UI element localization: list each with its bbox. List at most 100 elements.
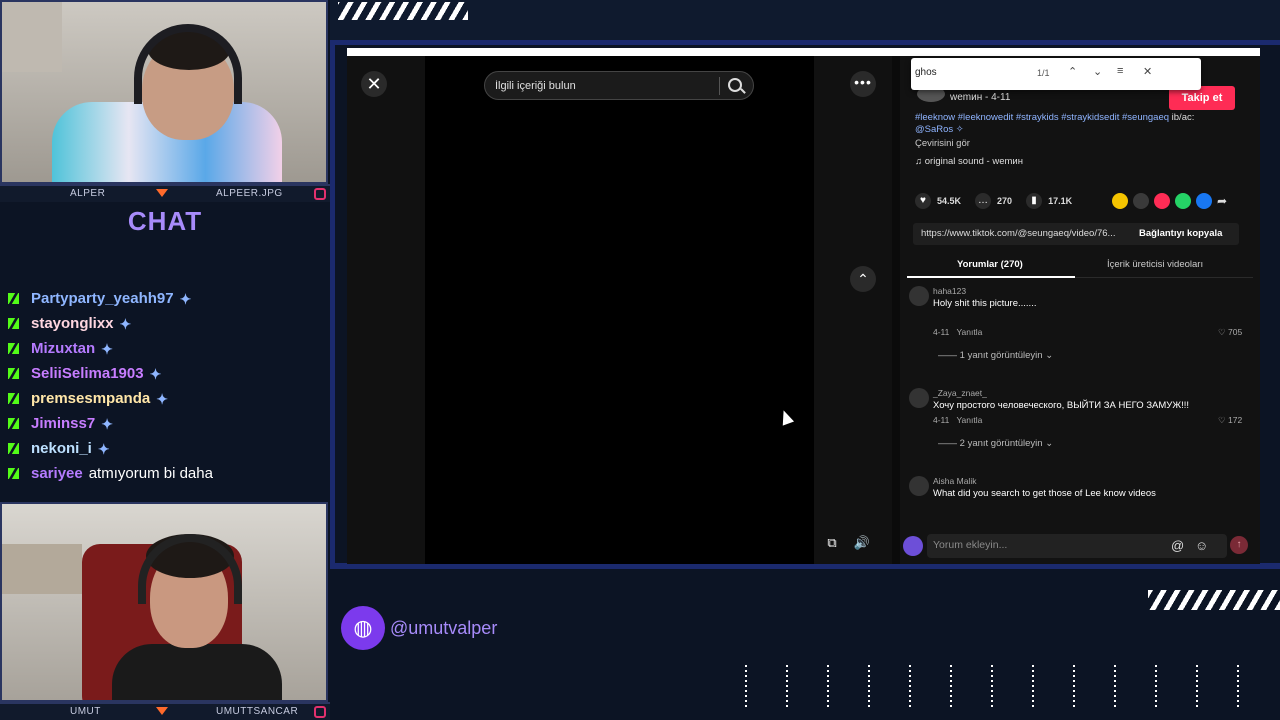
comment-username[interactable]: _Zaya_znaet_ — [933, 388, 987, 398]
commenter-avatar[interactable] — [909, 286, 929, 306]
globe-icon: ◍ — [341, 606, 385, 650]
close-icon[interactable]: ✕ — [361, 71, 387, 97]
copy-link-button[interactable]: Bağlantıyı kopyala — [1139, 228, 1222, 239]
facebook-icon[interactable] — [1196, 193, 1212, 209]
volume-icon[interactable]: 🔊 — [851, 532, 873, 554]
comment-text: What did you search to get those of Lee … — [933, 488, 1156, 499]
credit-text: ib/ac: — [1171, 112, 1195, 123]
video-details-panel: wemин - 4-11 Takip et #leeknow #leeknowe… — [900, 56, 1260, 564]
share-arrow-icon[interactable]: ➦ — [1217, 193, 1227, 209]
sound-name[interactable]: original sound - wemин — [925, 156, 1023, 167]
comment-icon[interactable]: … — [975, 193, 992, 209]
chat-username[interactable]: Jiminss7 — [31, 415, 95, 432]
badge-icon: ✦ — [101, 340, 113, 357]
video-description: #leeknow #leeknowedit #straykids #strayk… — [915, 112, 1235, 136]
related-search-input[interactable] — [495, 77, 715, 95]
comment-like-count: 705 — [1227, 327, 1243, 337]
visualizer-bar — [1114, 665, 1116, 707]
comment-date: 4-11 — [933, 327, 950, 337]
chat-username[interactable]: nekoni_i — [31, 440, 92, 457]
chevron-up-icon[interactable]: ⌃ — [850, 266, 876, 292]
chat-username[interactable]: premsesmpanda — [31, 390, 150, 407]
kick-icon — [8, 293, 19, 304]
comment-username[interactable]: Aisha Malik — [933, 476, 976, 486]
badge-icon: ✦ — [156, 390, 168, 407]
kick-icon — [8, 318, 19, 329]
emoji-icon[interactable]: ☺ — [1195, 538, 1208, 553]
embed-icon[interactable] — [1133, 193, 1149, 209]
see-translation-link[interactable]: Çevirisini gör — [915, 138, 970, 149]
hashtags[interactable]: #leeknow #leeknowedit #straykids #strayk… — [915, 112, 1169, 123]
chat-panel: CHAT Partyparty_yeahh97 ✦ stayonglixx ✦ Mizu… — [0, 202, 330, 500]
related-search-box[interactable] — [484, 71, 754, 100]
view-replies-button[interactable]: —— 1 yanıt görüntüleyin ⌄ — [938, 350, 1053, 361]
send-arrow-icon[interactable]: ↑ — [1230, 536, 1248, 554]
chat-list: Partyparty_yeahh97 ✦ stayonglixx ✦ Mizuxtan ✦… — [8, 286, 213, 486]
chat-username[interactable]: Mizuxtan — [31, 340, 95, 357]
stream-overlay: ALPER ALPEER.JPG CHAT Partyparty_yeahh97… — [0, 0, 1280, 720]
whatsapp-icon[interactable] — [1175, 193, 1191, 209]
comment-box[interactable]: @ ☺ — [927, 534, 1227, 558]
chat-message: Partyparty_yeahh97 ✦ — [8, 286, 213, 311]
comment-likes[interactable]: ♡ 172 — [1218, 415, 1242, 426]
triangle-marker-icon — [156, 707, 168, 715]
friends-share-icon[interactable] — [1112, 193, 1128, 209]
chat-username[interactable]: Partyparty_yeahh97 — [31, 290, 174, 307]
triangle-marker-icon — [156, 189, 168, 197]
social-handle: @umutvalper — [390, 618, 498, 638]
tab-comments[interactable]: Yorumlar (270) — [957, 259, 1023, 270]
cam-bottom-right-name: UMUTTSANCAR — [216, 706, 299, 717]
reply-button[interactable]: Yanıtla — [956, 327, 982, 337]
chat-username[interactable]: stayonglixx — [31, 315, 114, 332]
chevron-up-icon[interactable]: ⌃ — [1068, 65, 1077, 78]
video-player[interactable] — [425, 56, 814, 564]
chevron-down-icon: ⌄ — [1042, 350, 1054, 361]
comment-input[interactable] — [933, 539, 1153, 551]
chat-username[interactable]: sariyee — [31, 465, 83, 482]
send-icon[interactable] — [1154, 193, 1170, 209]
decorative-stripes — [338, 2, 468, 20]
find-options-icon[interactable]: ≡ — [1117, 65, 1123, 77]
black-shirt — [112, 644, 282, 700]
miniplayer-icon[interactable]: ⧉ — [821, 532, 843, 554]
close-icon[interactable]: ✕ — [1143, 65, 1152, 78]
comment-likes[interactable]: ♡ 705 — [1218, 327, 1242, 338]
comment-username[interactable]: haha123 — [933, 286, 966, 296]
visualizer-bar — [1032, 665, 1034, 707]
visualizer-bar — [745, 665, 747, 707]
decorative-stripes — [1148, 590, 1280, 610]
music-note-icon: ♫ — [915, 156, 925, 167]
search-icon[interactable] — [728, 78, 742, 92]
search-divider — [719, 77, 720, 95]
author-name[interactable]: wemин - 4-11 — [950, 92, 1010, 103]
chevron-down-icon: ⌄ — [1042, 438, 1054, 449]
commenter-avatar[interactable] — [909, 388, 929, 408]
window-blinds — [2, 2, 62, 72]
mention-icon[interactable]: @ — [1171, 538, 1184, 553]
reply-button[interactable]: Yanıtla — [956, 415, 982, 425]
chat-message: SeliiSelima1903 ✦ — [8, 361, 213, 386]
chevron-down-icon[interactable]: ⌄ — [1093, 65, 1102, 78]
headset-icon — [134, 24, 242, 104]
bookmark-icon[interactable]: ▮ — [1026, 193, 1043, 209]
find-in-page-bar: 1/1 ⌃ ⌄ ≡ ✕ — [911, 58, 1201, 90]
shelf-figures — [2, 544, 82, 594]
chat-username[interactable]: SeliiSelima1903 — [31, 365, 144, 382]
heart-outline-icon: ♡ — [1218, 327, 1228, 337]
more-options-icon[interactable]: ••• — [850, 71, 876, 97]
tab-creator-videos[interactable]: İçerik üreticisi videoları — [1107, 259, 1203, 270]
comment-text: Holy shit this picture....... — [933, 298, 1037, 309]
badge-icon: ✦ — [119, 315, 132, 332]
video-controls-column — [814, 56, 892, 564]
mention-link[interactable]: @SaRos ✧ — [915, 124, 964, 135]
heart-outline-icon: ♡ — [1218, 415, 1228, 425]
commenter-avatar[interactable] — [909, 476, 929, 496]
comment-meta: 4-11 Yanıtla — [933, 327, 982, 337]
chat-title: CHAT — [127, 206, 203, 236]
heart-icon[interactable]: ♥ — [915, 193, 931, 209]
comment-list: haha123 Holy shit this picture....... 4-11… — [900, 286, 1260, 524]
comment-text: Хочу простого человеческого, ВЫЙТИ ЗА НЕ… — [933, 400, 1190, 411]
sound-row[interactable]: ♫ original sound - wemин — [915, 156, 1023, 167]
view-replies-button[interactable]: —— 2 yanıt görüntüleyin ⌄ — [938, 438, 1053, 449]
find-input[interactable] — [915, 67, 1025, 78]
